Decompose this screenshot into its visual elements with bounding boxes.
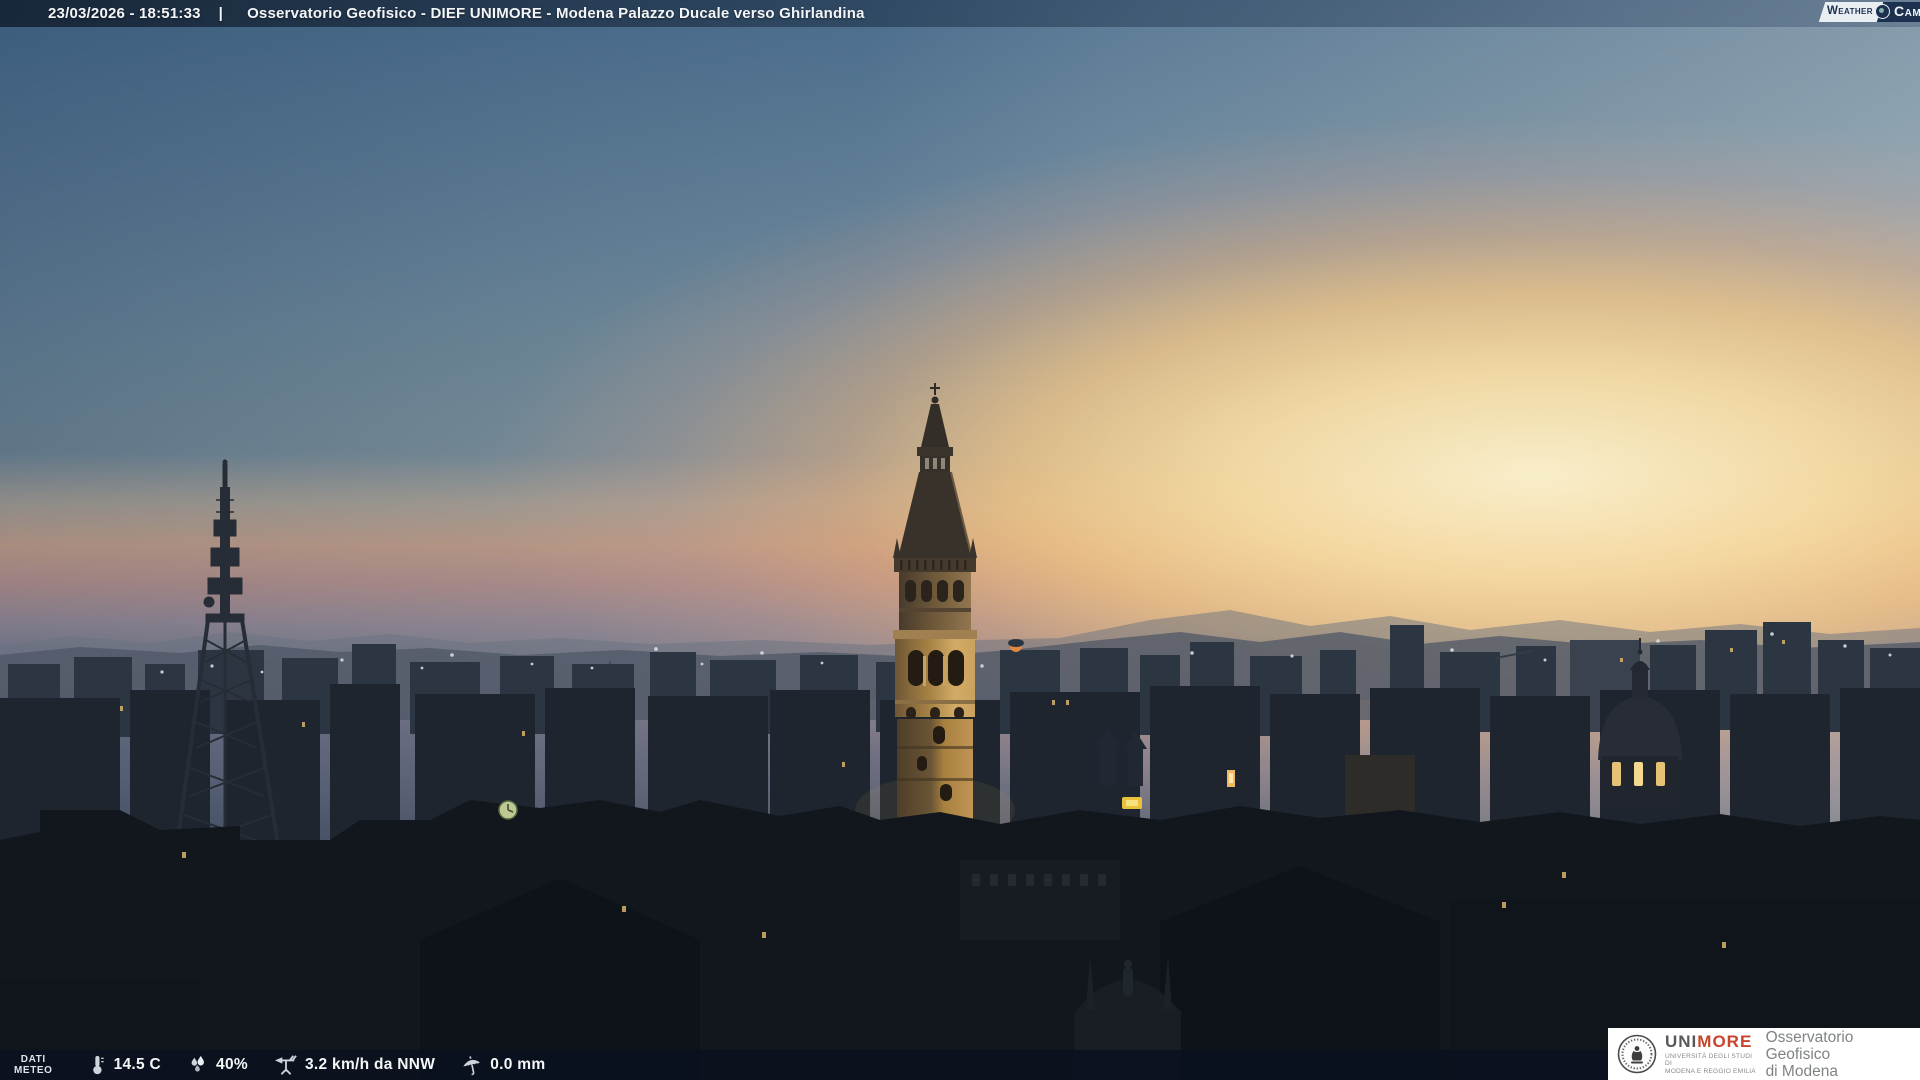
thermometer-icon — [92, 1055, 104, 1075]
timestamp: 23/03/2026 - 18:51:33 — [48, 5, 201, 22]
weather-readings: 14.5 C 40% 3.2 km/h da NNW 0.0 mm — [87, 1054, 572, 1076]
wind-value: 3.2 km/h da NNW — [304, 1056, 436, 1073]
logo-cam-text: Cam — [1894, 3, 1920, 19]
clock-face — [498, 800, 518, 820]
humidity-icon — [191, 1055, 204, 1072]
dome-lit-windows — [1612, 762, 1665, 786]
lit-sign — [1122, 797, 1142, 809]
globe-icon — [1875, 4, 1890, 19]
header-bar: 23/03/2026 - 18:51:33 | Osservatorio Geo… — [0, 0, 1920, 27]
unimore-seal — [1617, 1034, 1657, 1074]
precipitation-reading: 0.0 mm — [461, 1054, 545, 1076]
unimore-brand-box[interactable]: UNIMORE UNIVERSITÀ DEGLI STUDI DI MODENA… — [1608, 1028, 1920, 1080]
wind-vane-icon — [274, 1055, 297, 1075]
umbrella-icon — [463, 1056, 482, 1076]
wind-reading: 3.2 km/h da NNW — [274, 1054, 435, 1076]
city-skyline-graphic — [0, 383, 1920, 1080]
logo-weather-text: Weather — [1827, 5, 1873, 17]
observatory-name: Osservatorio Geofisico di Modena — [1765, 1028, 1854, 1080]
webcam-frame: 23/03/2026 - 18:51:33 | Osservatorio Geo… — [0, 0, 1920, 1080]
unimore-more: MORE — [1697, 1031, 1753, 1051]
unimore-wordmark: UNIMORE UNIVERSITÀ DEGLI STUDI DI MODENA… — [1665, 1031, 1760, 1076]
humidity-value: 40% — [216, 1056, 248, 1073]
weathercam-logo[interactable]: Weather Cam — [1818, 2, 1920, 22]
temperature-value: 14.5 C — [113, 1056, 162, 1073]
dati-meteo-label: DATI METEO — [14, 1054, 53, 1076]
humidity-reading: 40% — [187, 1054, 248, 1076]
unimore-uni: UNI — [1665, 1031, 1698, 1051]
bright-window — [1227, 770, 1235, 787]
unimore-subtitle: UNIVERSITÀ DEGLI STUDI DI MODENA E REGGI… — [1665, 1052, 1756, 1075]
statue — [1123, 960, 1133, 996]
precipitation-value: 0.0 mm — [490, 1056, 546, 1073]
temperature-reading: 14.5 C — [87, 1054, 161, 1076]
separator: | — [218, 5, 224, 22]
page-title: Osservatorio Geofisico - DIEF UNIMORE - … — [247, 5, 865, 22]
